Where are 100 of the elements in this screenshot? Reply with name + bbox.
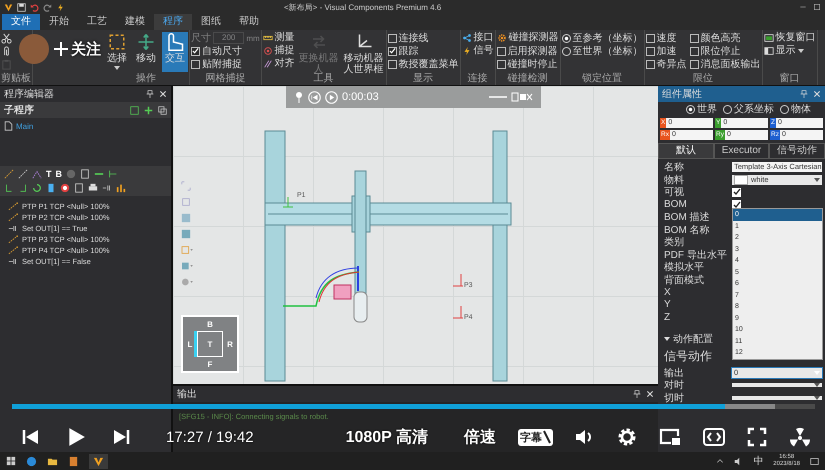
ribbon-button[interactable]: 移动 — [133, 32, 159, 72]
radio-button[interactable] — [562, 46, 571, 56]
plus-icon[interactable] — [144, 106, 153, 114]
cube-face[interactable]: L — [183, 331, 197, 357]
checkbox[interactable] — [496, 46, 506, 56]
linear-motion-icon[interactable] — [18, 169, 28, 179]
checkbox[interactable] — [690, 60, 699, 68]
ribbon-button[interactable]: 接口 — [462, 32, 494, 44]
document-icon[interactable] — [68, 456, 79, 466]
subtitle-button[interactable]: 字幕 — [518, 428, 553, 446]
checkbox[interactable] — [388, 34, 397, 42]
checkbox[interactable] — [191, 60, 200, 68]
chevron-up-icon[interactable] — [716, 457, 724, 465]
ribbon-button[interactable]: 信号 — [462, 45, 494, 57]
close-icon[interactable] — [646, 390, 654, 398]
quality-button[interactable]: 1080P 高清 — [346, 426, 428, 448]
menu-tab[interactable]: 帮助 — [230, 14, 268, 30]
refresh-icon[interactable] — [32, 183, 42, 193]
add-routine-icon[interactable] — [130, 106, 139, 114]
undo-icon[interactable] — [30, 2, 39, 12]
notification-icon[interactable] — [810, 456, 819, 466]
ribbon-button[interactable]: 测量 — [262, 32, 295, 44]
tab[interactable]: 信号动作 — [769, 143, 825, 158]
ribbon-button[interactable]: 碰撞探测器 — [496, 32, 559, 44]
return-icon[interactable] — [18, 183, 28, 193]
menu-tab[interactable]: 图纸 — [192, 14, 230, 30]
maximize-icon[interactable] — [813, 3, 821, 11]
collapse-icon[interactable] — [664, 336, 670, 342]
cube-face[interactable]: B — [183, 317, 237, 331]
bolt-icon[interactable] — [56, 2, 65, 12]
toolbar-button[interactable] — [1, 32, 12, 44]
navigation-cube[interactable]: B L T R F — [181, 315, 239, 373]
ribbon-button[interactable]: 恢复窗口 — [764, 32, 816, 44]
checkbox[interactable] — [191, 46, 200, 56]
radio-button[interactable] — [723, 104, 732, 114]
ribbon-button[interactable]: 选择 — [104, 32, 130, 72]
checkbox[interactable] — [388, 46, 397, 56]
checkbox[interactable] — [646, 60, 655, 68]
menu-tab[interactable]: 程序 — [154, 14, 192, 30]
checkbox[interactable] — [690, 34, 699, 42]
radio-button[interactable] — [562, 34, 571, 42]
radio-button[interactable] — [686, 104, 695, 114]
rewind-icon[interactable] — [308, 90, 321, 104]
input-method-indicator[interactable]: 中 — [753, 454, 764, 468]
copy-icon[interactable] — [158, 106, 167, 114]
signal-dropdown[interactable] — [732, 396, 822, 400]
ribbon-button[interactable]: 对齐 — [262, 58, 295, 70]
checkbox[interactable] — [496, 60, 506, 68]
signal-dropdown[interactable] — [732, 383, 822, 388]
tab[interactable]: Executor — [714, 143, 770, 158]
previous-icon[interactable] — [22, 428, 40, 446]
pin-icon[interactable] — [633, 390, 641, 398]
checkbox[interactable] — [388, 60, 397, 68]
branch-icon[interactable] — [108, 169, 118, 179]
picture-in-picture-icon[interactable] — [659, 427, 681, 447]
routine-item[interactable]: Main — [4, 121, 167, 131]
cube-face[interactable]: T — [197, 331, 223, 357]
stop-icon[interactable] — [60, 183, 70, 193]
loop-icon[interactable] — [4, 183, 14, 193]
ribbon-button[interactable]: 移动机器人世界框 — [342, 32, 385, 72]
speed-button[interactable]: 倍速 — [464, 426, 496, 448]
cube-face[interactable]: F — [183, 357, 237, 371]
widescreen-icon[interactable] — [703, 428, 725, 446]
path-icon[interactable] — [32, 169, 42, 179]
checkbox[interactable] — [646, 34, 655, 42]
signal-icon[interactable] — [102, 183, 112, 193]
ribbon-button[interactable]: 显示 — [764, 45, 816, 57]
toolbar-button[interactable]: T — [46, 169, 52, 179]
radio-button[interactable] — [780, 104, 789, 114]
checkbox[interactable] — [646, 46, 655, 56]
point-motion-icon[interactable] — [4, 169, 14, 179]
checkbox[interactable] — [690, 46, 699, 56]
toolbar-button[interactable] — [1, 45, 12, 57]
ribbon-button[interactable]: 捕捉 — [262, 45, 295, 57]
trefoil-icon[interactable] — [789, 426, 811, 448]
settings-icon[interactable] — [617, 427, 637, 447]
next-icon[interactable] — [112, 428, 130, 446]
pin-icon[interactable] — [146, 90, 154, 98]
save-icon[interactable] — [17, 2, 26, 12]
pin-icon[interactable] — [800, 90, 808, 98]
fullscreen-icon[interactable] — [747, 427, 767, 447]
tab[interactable]: 默认 — [658, 143, 714, 158]
speed-slider-icon[interactable] — [489, 95, 507, 99]
browser-icon[interactable] — [26, 456, 37, 466]
follow-button[interactable]: 关注 — [54, 40, 101, 58]
cube-face[interactable]: R — [223, 331, 237, 357]
menu-tab[interactable]: 工艺 — [78, 14, 116, 30]
app-taskbar-button[interactable] — [89, 454, 108, 468]
close-icon[interactable] — [159, 90, 167, 98]
printer-icon[interactable] — [88, 183, 98, 193]
list-icon[interactable] — [46, 183, 56, 193]
close-icon[interactable] — [813, 90, 821, 98]
redo-icon[interactable] — [43, 2, 52, 12]
record-camera-icon[interactable] — [511, 92, 533, 102]
windows-start-icon[interactable] — [6, 456, 16, 466]
toolbar-button[interactable]: B — [56, 169, 62, 179]
bar-chart-icon[interactable] — [116, 183, 126, 193]
menu-tab[interactable]: 开始 — [40, 14, 78, 30]
menu-tab[interactable]: 建模 — [116, 14, 154, 30]
menu-tab[interactable]: 文件 — [2, 14, 40, 30]
